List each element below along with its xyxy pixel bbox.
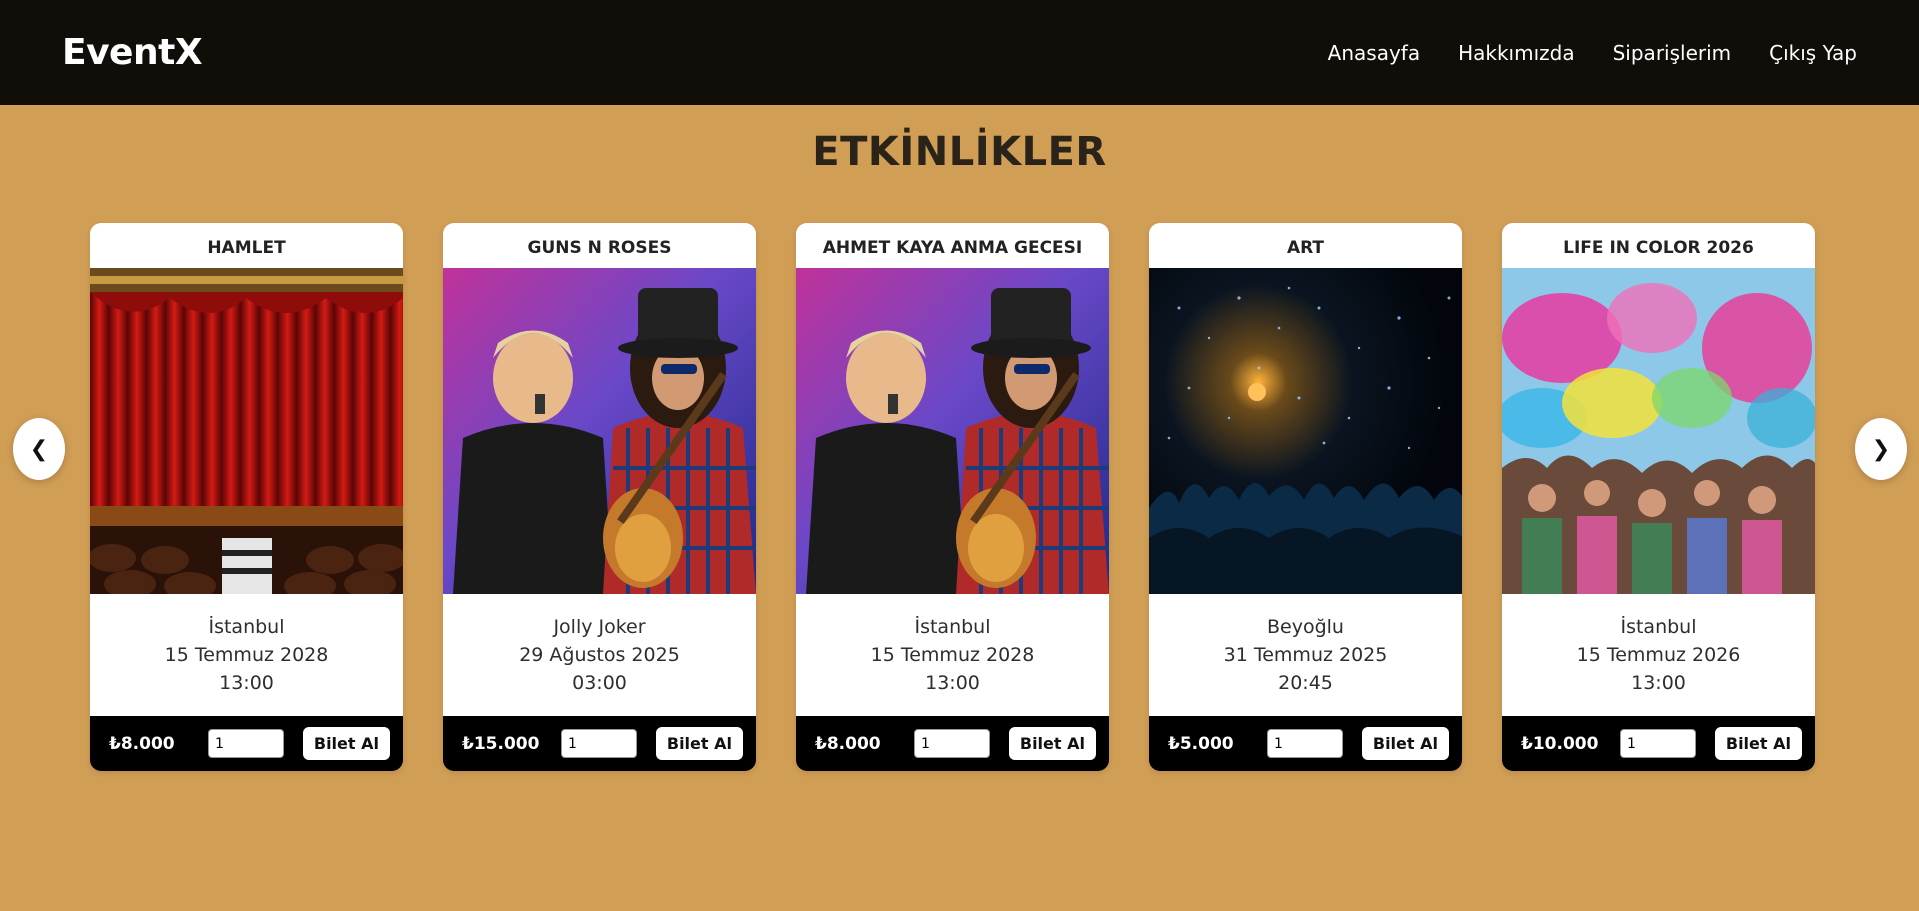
event-image <box>443 268 756 594</box>
event-price: ₺5.000 <box>1168 733 1234 754</box>
event-time: 03:00 <box>572 672 627 694</box>
theater-stage-image <box>90 268 403 594</box>
quantity-input[interactable] <box>1619 729 1696 758</box>
event-date: 15 Temmuz 2028 <box>870 644 1035 666</box>
rock-band-image <box>443 268 756 594</box>
event-date: 31 Temmuz 2025 <box>1223 644 1388 666</box>
event-info: İstanbul 15 Temmuz 2026 13:00 <box>1502 594 1815 716</box>
event-info: Beyoğlu 31 Temmuz 2025 20:45 <box>1149 594 1462 716</box>
event-footer: ₺5.000 Bilet Al <box>1149 716 1462 771</box>
event-card: HAMLET İstanbul 15 Temmuz 2028 13:00 ₺8.… <box>90 223 403 771</box>
event-time: 13:00 <box>1631 672 1686 694</box>
nav-link-about[interactable]: Hakkımızda <box>1458 41 1575 65</box>
buy-ticket-button[interactable]: Bilet Al <box>1008 727 1096 760</box>
event-footer: ₺15.000 Bilet Al <box>443 716 756 771</box>
rock-band-image <box>796 268 1109 594</box>
nav-link-orders[interactable]: Siparişlerim <box>1613 41 1732 65</box>
event-location: İstanbul <box>208 616 285 638</box>
event-title: AHMET KAYA ANMA GECESI <box>822 237 1083 258</box>
event-location: İstanbul <box>914 616 991 638</box>
event-info: Jolly Joker 29 Ağustos 2025 03:00 <box>443 594 756 716</box>
event-card: LIFE IN COLOR 2026 İstanbul 15 Temmuz 20… <box>1502 223 1815 771</box>
event-image <box>796 268 1109 594</box>
event-title: ART <box>1286 237 1325 258</box>
event-price: ₺10.000 <box>1521 733 1599 754</box>
nav-link-logout[interactable]: Çıkış Yap <box>1769 41 1857 65</box>
quantity-input[interactable] <box>560 729 637 758</box>
event-price: ₺8.000 <box>109 733 175 754</box>
buy-ticket-button[interactable]: Bilet Al <box>1361 727 1449 760</box>
navbar: EventX Anasayfa Hakkımızda Siparişlerim … <box>0 0 1919 105</box>
nav-links: Anasayfa Hakkımızda Siparişlerim Çıkış Y… <box>1328 41 1857 65</box>
event-price: ₺8.000 <box>815 733 881 754</box>
event-title: GUNS N ROSES <box>527 237 672 258</box>
event-location: Jolly Joker <box>553 616 646 638</box>
buy-ticket-button[interactable]: Bilet Al <box>655 727 743 760</box>
event-footer: ₺8.000 Bilet Al <box>796 716 1109 771</box>
event-time: 20:45 <box>1278 672 1333 694</box>
event-title: LIFE IN COLOR 2026 <box>1563 237 1754 258</box>
brand-logo[interactable]: EventX <box>62 32 203 73</box>
event-time: 13:00 <box>925 672 980 694</box>
buy-ticket-button[interactable]: Bilet Al <box>302 727 390 760</box>
event-date: 15 Temmuz 2028 <box>164 644 329 666</box>
event-card: AHMET KAYA ANMA GECESI İstanbul 15 Temmu… <box>796 223 1109 771</box>
event-footer: ₺10.000 Bilet Al <box>1502 716 1815 771</box>
event-cards: HAMLET İstanbul 15 Temmuz 2028 13:00 ₺8.… <box>90 223 1815 771</box>
event-time: 13:00 <box>219 672 274 694</box>
carousel-prev-button[interactable]: ❮ <box>13 418 65 480</box>
event-card: GUNS N ROSES Jolly Joker 29 Ağustos 2025… <box>443 223 756 771</box>
event-card: ART Beyoğlu 31 Temmuz 2025 20:45 ₺5.000 … <box>1149 223 1462 771</box>
events-carousel: ❮ ❯ HAMLET İstanbul 15 Temmuz 2028 13:00… <box>0 175 1919 771</box>
quantity-input[interactable] <box>207 729 284 758</box>
page-title: ETKİNLİKLER <box>812 129 1107 175</box>
concert-crowd-image <box>1149 268 1462 594</box>
event-image <box>1502 268 1815 594</box>
event-image <box>90 268 403 594</box>
quantity-input[interactable] <box>913 729 990 758</box>
event-info: İstanbul 15 Temmuz 2028 13:00 <box>796 594 1109 716</box>
event-price: ₺15.000 <box>462 733 540 754</box>
event-image <box>1149 268 1462 594</box>
color-festival-image <box>1502 268 1815 594</box>
event-date: 15 Temmuz 2026 <box>1576 644 1741 666</box>
buy-ticket-button[interactable]: Bilet Al <box>1714 727 1802 760</box>
event-location: Beyoğlu <box>1267 616 1344 638</box>
carousel-next-button[interactable]: ❯ <box>1855 418 1907 480</box>
event-footer: ₺8.000 Bilet Al <box>90 716 403 771</box>
event-title: HAMLET <box>207 237 286 258</box>
event-location: İstanbul <box>1620 616 1697 638</box>
quantity-input[interactable] <box>1266 729 1343 758</box>
event-info: İstanbul 15 Temmuz 2028 13:00 <box>90 594 403 716</box>
nav-link-home[interactable]: Anasayfa <box>1328 41 1420 65</box>
event-date: 29 Ağustos 2025 <box>519 644 680 666</box>
